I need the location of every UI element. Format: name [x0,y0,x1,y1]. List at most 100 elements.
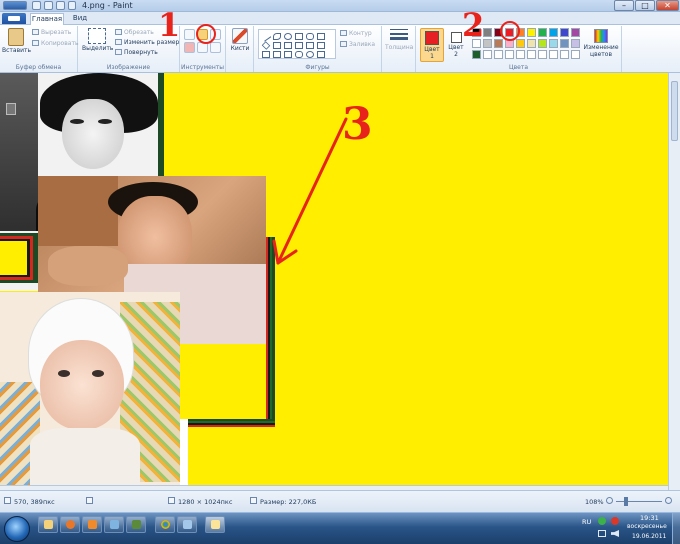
zoom-in-icon[interactable] [665,497,672,504]
polygon-shape-icon[interactable] [317,33,325,40]
tab-view[interactable]: Вид [68,13,92,25]
heart-shape-icon[interactable] [317,51,325,58]
palette-swatch[interactable] [483,39,492,48]
palette-swatch[interactable] [571,50,580,59]
callout-shape-icon[interactable] [295,51,303,58]
save-icon[interactable] [32,1,41,10]
zoom-level: 108% [585,498,604,506]
select-button[interactable]: Выделить [82,28,113,52]
vertical-scroll-thumb[interactable] [671,81,678,141]
edit-colors-button[interactable]: Изменение цветов [582,28,620,62]
maximize-button[interactable]: □ [635,0,655,11]
arrow-up-shape-icon[interactable] [317,42,325,49]
arrow-down-shape-icon[interactable] [262,51,270,58]
magnifier-icon[interactable] [210,42,221,53]
ribbon: Вставить Вырезать Копировать Буфер обмен… [0,25,680,73]
tray-app-icon[interactable] [598,517,606,525]
paint-menu-icon[interactable] [3,1,27,10]
clock-date[interactable]: 19.06.2011 [632,533,666,540]
redo-icon[interactable] [56,1,65,10]
taskbar-media-button[interactable] [82,516,102,533]
fill-button[interactable]: Заливка [340,41,375,48]
palette-swatch[interactable] [538,39,547,48]
palette-swatch[interactable] [571,28,580,37]
clock-day[interactable]: воскресенье [627,523,667,530]
palette-swatch[interactable] [571,39,580,48]
star-shape-icon[interactable] [273,51,281,58]
outline-button[interactable]: Контур [340,30,372,37]
arrow-right-shape-icon[interactable] [295,42,303,49]
crop-button[interactable]: Обрезать [115,29,154,36]
palette-swatch[interactable] [505,50,514,59]
palette-swatch[interactable] [560,28,569,37]
taskbar-firefox-button[interactable] [60,516,80,533]
brushes-button[interactable]: Кисти [228,28,252,52]
vertical-scrollbar[interactable] [668,73,680,490]
quick-access-dropdown-icon[interactable] [68,1,76,10]
palette-swatch[interactable] [516,50,525,59]
palette-swatch[interactable] [560,50,569,59]
curve-shape-icon[interactable] [273,33,281,40]
network-icon[interactable] [598,530,606,537]
copy-button[interactable]: Копировать [32,40,78,47]
palette-swatch[interactable] [538,50,547,59]
pillow-shape [38,176,118,246]
zoom-slider[interactable] [616,501,662,502]
palette-swatch[interactable] [549,50,558,59]
pencil-icon[interactable] [184,29,195,40]
rounded-rect-shape-icon[interactable] [306,33,314,40]
palette-swatch[interactable] [527,39,536,48]
oval-shape-icon[interactable] [284,33,292,40]
cloud-shape-icon[interactable] [306,51,314,58]
palette-swatch[interactable] [483,28,492,37]
palette-swatch[interactable] [494,39,503,48]
volume-icon[interactable] [611,530,619,537]
tray-antivirus-icon[interactable] [611,517,619,525]
rectangle-shape-icon[interactable] [295,33,303,40]
taskbar-app-button[interactable] [104,516,124,533]
zoom-slider-thumb[interactable] [624,497,628,506]
diamond-shape-icon[interactable] [261,41,271,50]
shapes-gallery [258,29,336,59]
color1-button[interactable]: Цвет 1 [420,28,444,62]
size-button[interactable]: Толщина [385,29,413,51]
language-indicator[interactable]: RU [582,518,591,526]
palette-swatch[interactable] [527,50,536,59]
undo-icon[interactable] [44,1,53,10]
taskbar-app2-button[interactable] [126,516,146,533]
line-shape-icon[interactable] [260,31,272,42]
palette-swatch[interactable] [527,28,536,37]
color2-label: Цвет [448,44,464,51]
palette-swatch[interactable] [516,39,525,48]
drawing-canvas[interactable]: 1 2 3 [0,73,668,485]
hexagon-shape-icon[interactable] [284,42,292,49]
zoom-out-icon[interactable] [606,497,613,504]
palette-swatch[interactable] [560,39,569,48]
arrow-left-shape-icon[interactable] [306,42,314,49]
start-button[interactable] [4,516,30,542]
palette-swatch[interactable] [549,28,558,37]
show-desktop-button[interactable] [672,513,680,544]
color2-number: 2 [454,51,458,58]
taskbar-paint-button[interactable] [205,516,225,533]
close-button[interactable]: ✕ [656,0,679,11]
taskbar-app3-button[interactable] [177,516,197,533]
paint-menu-button[interactable] [2,13,26,24]
minimize-button[interactable]: – [614,0,634,11]
clock-time[interactable]: 19:31 [640,514,659,522]
palette-swatch[interactable] [472,50,481,59]
eraser-icon[interactable] [184,42,195,53]
chrome-icon [161,520,170,529]
palette-swatch[interactable] [494,50,503,59]
taskbar-chrome-button[interactable] [155,516,175,533]
palette-swatch[interactable] [483,50,492,59]
taskbar-explorer-button[interactable] [38,516,58,533]
paste-button[interactable]: Вставить [2,28,31,54]
star6-shape-icon[interactable] [284,51,292,58]
tab-home[interactable]: Главная [30,13,64,25]
cut-button[interactable]: Вырезать [32,29,71,36]
palette-swatch[interactable] [538,28,547,37]
pentagon-shape-icon[interactable] [273,42,281,49]
rotate-button[interactable]: Повернуть [115,49,158,56]
palette-swatch[interactable] [549,39,558,48]
